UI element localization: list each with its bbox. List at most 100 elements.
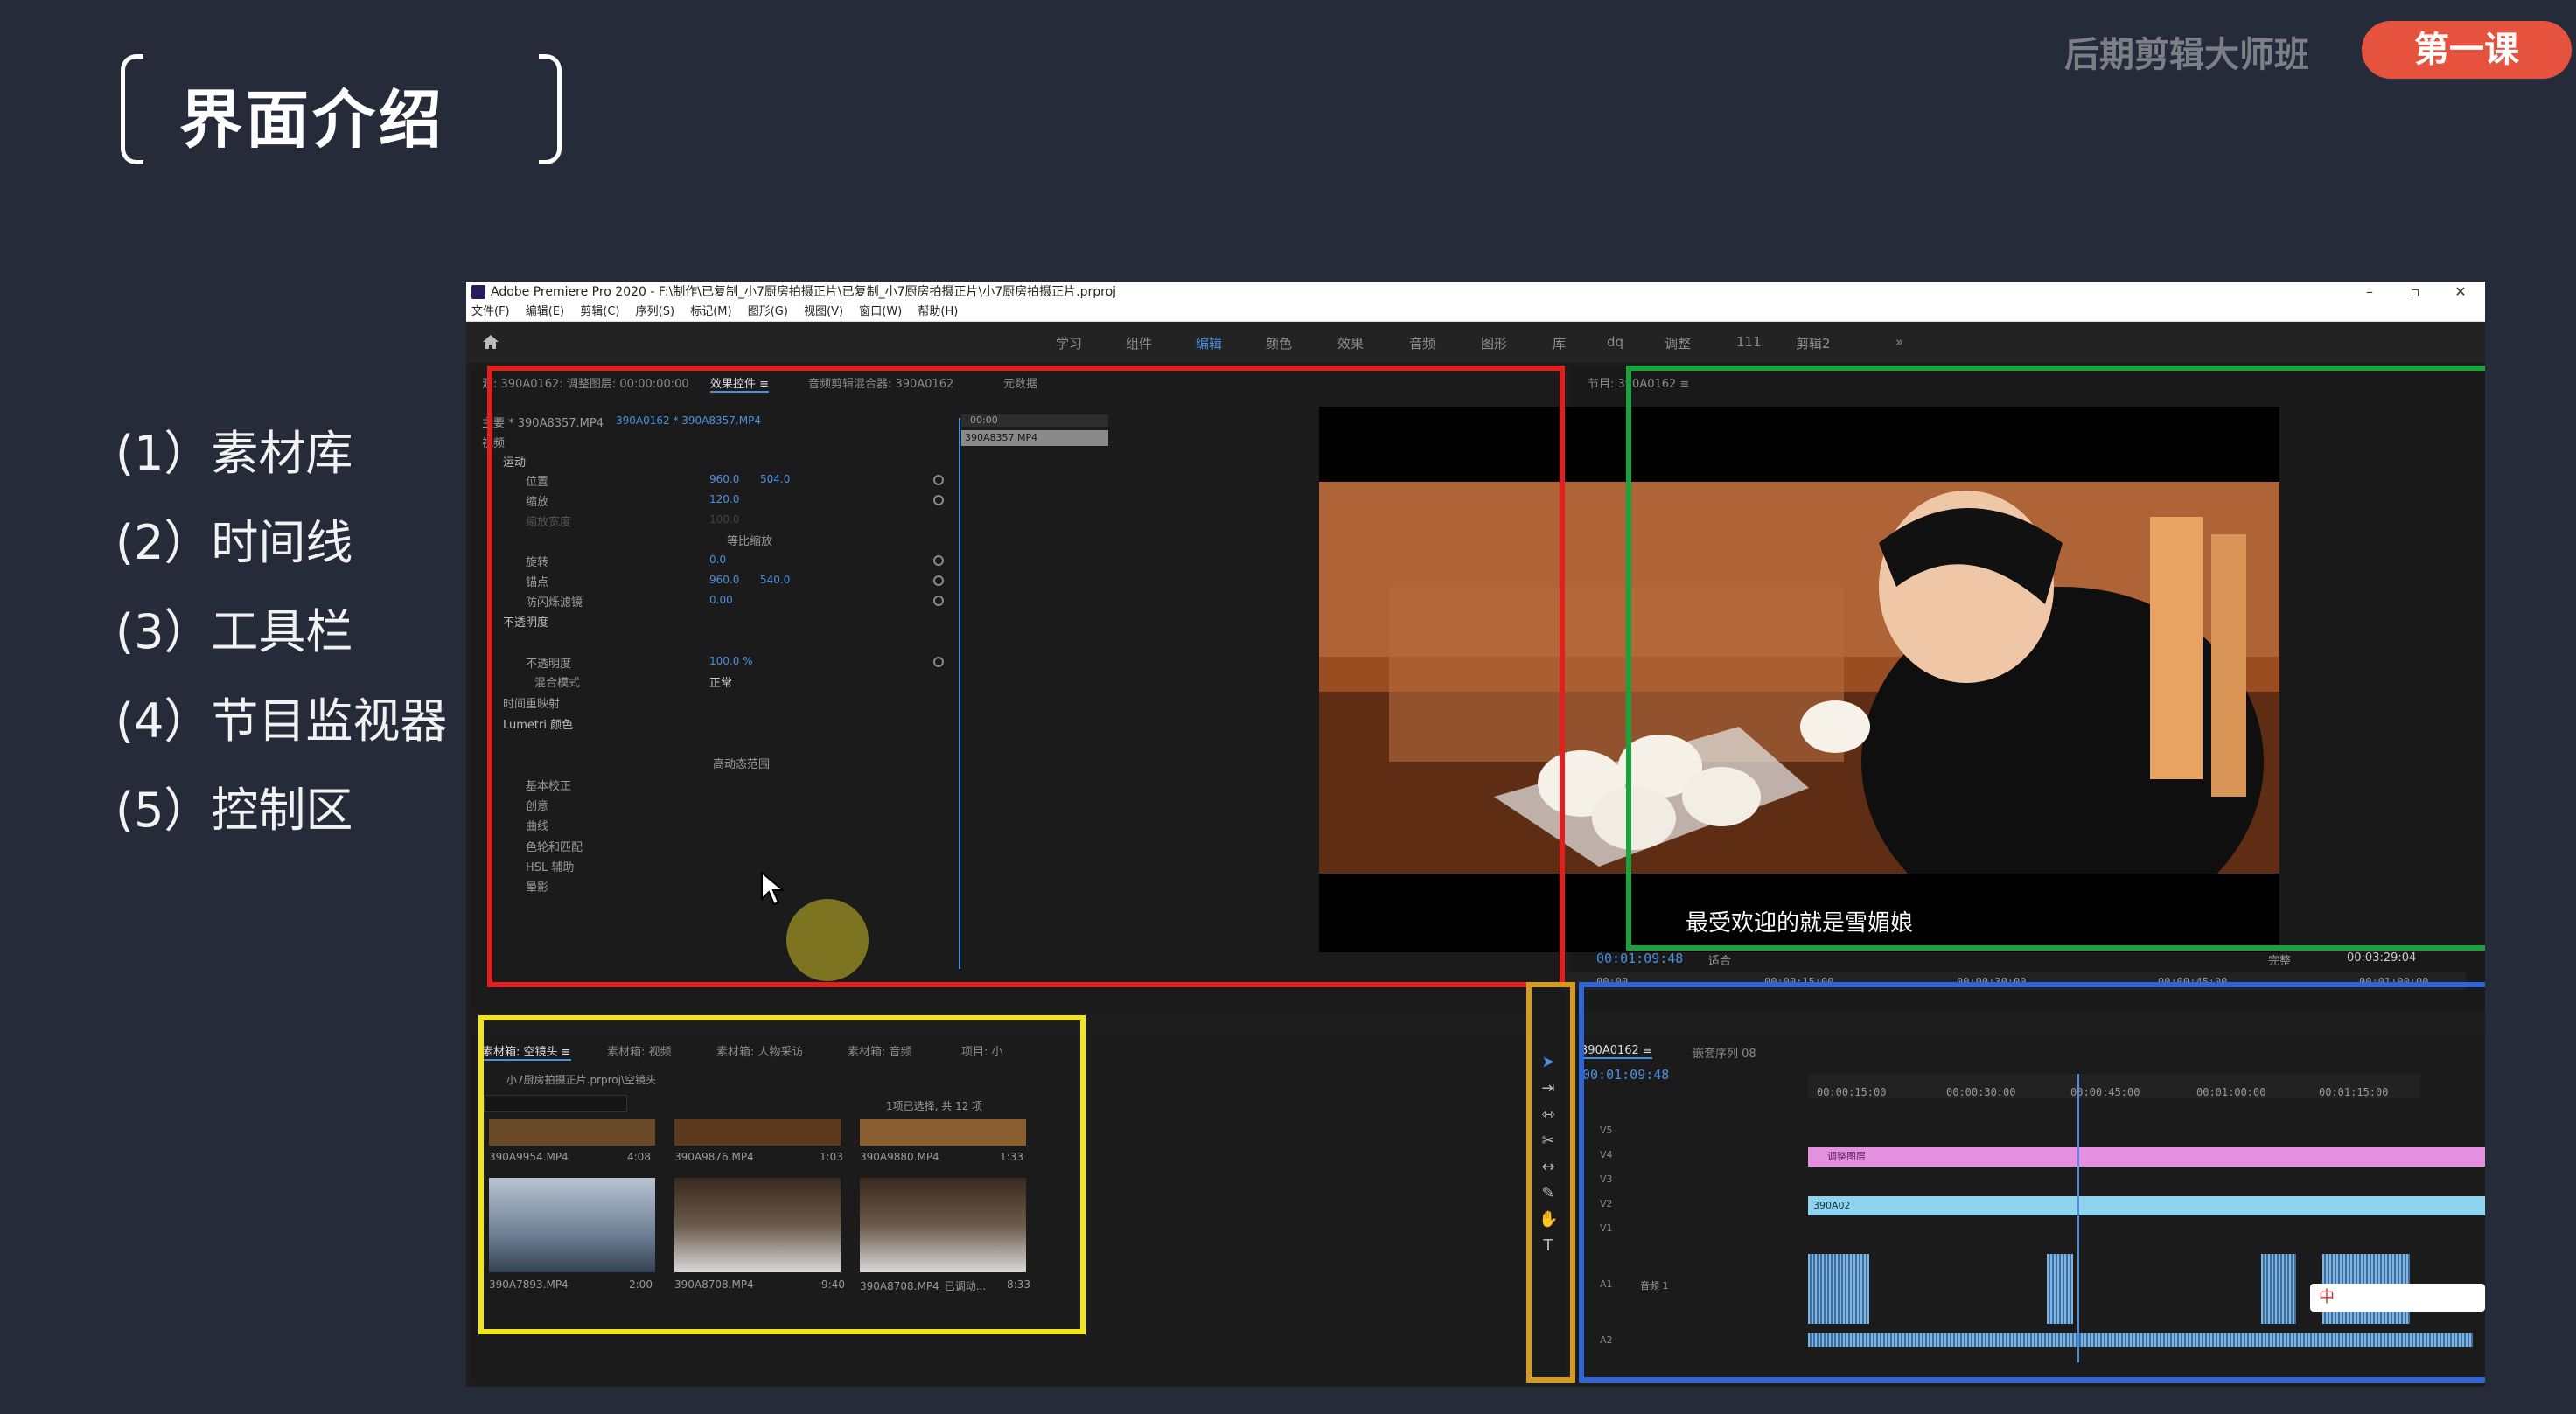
workspace-tab[interactable]: 111 <box>1736 334 1762 350</box>
close-icon[interactable]: ✕ <box>2438 282 2483 303</box>
timeline-ruler[interactable]: 00:00:15:00 00:00:30:00 00:00:45:00 00:0… <box>1808 1074 2420 1098</box>
workspace-tab[interactable]: 音频 <box>1409 334 1435 352</box>
workspace-tab[interactable]: 剪辑2 <box>1796 334 1831 352</box>
position-y[interactable]: 504.0 <box>760 473 790 485</box>
tab-metadata[interactable]: 元数据 <box>1003 374 1037 391</box>
clip-thumbnail[interactable] <box>860 1119 1026 1146</box>
timeline-playhead[interactable] <box>2077 1074 2079 1362</box>
maximize-icon[interactable]: ▫ <box>2392 282 2438 303</box>
lumetri-item[interactable]: HSL 辅助 <box>526 858 574 874</box>
workspace-tab[interactable]: 颜色 <box>1266 334 1292 352</box>
mini-timeline-ruler[interactable]: 00:00 <box>961 414 1108 427</box>
tab-bin-audio[interactable]: 素材箱: 音频 <box>848 1042 912 1059</box>
workspace-tab[interactable]: 库 <box>1553 334 1566 352</box>
opacity-value[interactable]: 100.0 % <box>709 655 753 667</box>
selection-tool-icon[interactable]: ➤ <box>1539 1053 1558 1072</box>
blend-mode-select[interactable]: 正常 <box>709 673 732 690</box>
pen-tool-icon[interactable]: ✎ <box>1539 1184 1558 1203</box>
ripple-edit-tool-icon[interactable]: ⇿ <box>1539 1105 1558 1125</box>
clip-thumbnail[interactable] <box>674 1178 841 1272</box>
menu-view[interactable]: 视图(V) <box>804 305 843 318</box>
tab-bin-interview[interactable]: 素材箱: 人物采访 <box>716 1042 804 1059</box>
clip-thumbnail[interactable] <box>860 1178 1026 1272</box>
razor-tool-icon[interactable]: ✂ <box>1539 1132 1558 1151</box>
menu-sequence[interactable]: 序列(S) <box>636 305 674 318</box>
minimize-icon[interactable]: – <box>2347 282 2392 303</box>
scale-value[interactable]: 120.0 <box>709 493 739 505</box>
track-a2[interactable]: A2 <box>1600 1334 1613 1346</box>
lumetri-item[interactable]: 曲线 <box>526 817 548 833</box>
menu-window[interactable]: 窗口(W) <box>859 305 902 318</box>
mini-playhead[interactable] <box>959 418 960 969</box>
mini-timeline-clip[interactable]: 390A8357.MP4 <box>961 430 1108 446</box>
reset-icon[interactable] <box>933 495 944 505</box>
workspace-tab[interactable]: dq <box>1607 334 1623 350</box>
source-label[interactable]: 主要 * 390A8357.MP4 <box>482 414 604 430</box>
workspace-tab[interactable]: 效果 <box>1337 334 1364 352</box>
anti-flicker-value[interactable]: 0.00 <box>709 594 733 606</box>
type-tool-icon[interactable]: T <box>1539 1236 1558 1256</box>
home-icon[interactable] <box>482 334 499 350</box>
lumetri-item[interactable]: 晕影 <box>526 878 548 895</box>
bin-search-input[interactable] <box>484 1095 627 1112</box>
track-v1[interactable]: V1 <box>1600 1222 1613 1234</box>
quality-select[interactable]: 完整 <box>2268 951 2291 968</box>
tab-bin-broll[interactable]: 素材箱: 空镜头 ≡ <box>482 1042 571 1061</box>
tab-sequence[interactable]: 390A0162 ≡ <box>1581 1044 1652 1059</box>
workspace-tab[interactable]: 调整 <box>1665 334 1691 352</box>
rotation-value[interactable]: 0.0 <box>709 554 726 566</box>
hdr-checkbox[interactable]: 高动态范围 <box>713 755 770 771</box>
lumetri-item[interactable]: 色轮和匹配 <box>526 838 583 854</box>
reset-icon[interactable] <box>933 475 944 485</box>
menu-clip[interactable]: 剪辑(C) <box>580 305 619 318</box>
clip-thumbnail[interactable] <box>489 1178 655 1272</box>
adjustment-layer-clip[interactable]: 调整图层 <box>1808 1147 2485 1167</box>
workspace-tab[interactable]: 组件 <box>1126 334 1152 352</box>
menu-file[interactable]: 文件(F) <box>471 305 510 318</box>
audio-clip[interactable] <box>2261 1254 2296 1324</box>
menu-graphics[interactable]: 图形(G) <box>748 305 788 318</box>
timeline-current-time[interactable]: 00:01:09:48 <box>1582 1067 1669 1083</box>
tab-source[interactable]: 源: 390A0162: 调整图层: 00:00:00:00 <box>482 374 689 391</box>
program-monitor-frame[interactable]: 最受欢迎的就是雪媚娘 <box>1319 407 2279 952</box>
tab-audio-mixer[interactable]: 音频剪辑混合器: 390A0162 <box>808 374 953 391</box>
reset-icon[interactable] <box>933 555 944 566</box>
fx-time-remap[interactable]: 时间重映射 <box>503 694 560 711</box>
audio-clip[interactable] <box>2047 1254 2073 1324</box>
audio-clip[interactable] <box>1808 1333 2473 1347</box>
uniform-scale-checkbox[interactable]: 等比缩放 <box>727 532 772 548</box>
workspace-tab-active[interactable]: 编辑 <box>1196 334 1222 352</box>
anchor-y[interactable]: 540.0 <box>760 574 790 586</box>
reset-icon[interactable] <box>933 657 944 667</box>
track-select-tool-icon[interactable]: ⇥ <box>1539 1079 1558 1098</box>
menu-help[interactable]: 帮助(H) <box>918 305 958 318</box>
program-ruler[interactable]: 00:00 00:00:15:00 00:00:30:00 00:00:45:0… <box>1563 972 2466 990</box>
track-v2[interactable]: V2 <box>1600 1198 1613 1209</box>
clip-thumbnail[interactable] <box>489 1119 655 1146</box>
lumetri-item[interactable]: 创意 <box>526 797 548 813</box>
tab-program[interactable]: 节目: 390A0162 ≡ <box>1588 374 1689 391</box>
ime-toolbar[interactable]: 中 <box>2310 1284 2485 1312</box>
clip-thumbnail[interactable] <box>674 1119 841 1146</box>
tab-project[interactable]: 项目: 小 <box>961 1042 1003 1059</box>
program-video-frame[interactable] <box>1319 482 2279 874</box>
hand-tool-icon[interactable]: ✋ <box>1539 1210 1558 1229</box>
tab-nested-sequence[interactable]: 嵌套序列 08 <box>1693 1044 1756 1061</box>
reset-icon[interactable] <box>933 575 944 586</box>
tab-bin-video[interactable]: 素材箱: 视频 <box>607 1042 672 1059</box>
fx-motion[interactable]: 运动 <box>503 453 526 470</box>
main-video-clip[interactable]: 390A02 <box>1808 1196 2485 1215</box>
fx-opacity[interactable]: 不透明度 <box>503 613 548 630</box>
workspace-overflow[interactable]: » <box>1895 334 1903 350</box>
audio-clip[interactable] <box>1808 1254 1869 1324</box>
tab-effect-controls[interactable]: 效果控件 ≡ <box>710 374 770 393</box>
track-v5[interactable]: V5 <box>1600 1125 1613 1136</box>
track-a1[interactable]: A1 <box>1600 1278 1613 1290</box>
slip-tool-icon[interactable]: ↔ <box>1539 1158 1558 1177</box>
lumetri-item[interactable]: 基本校正 <box>526 777 571 793</box>
fx-lumetri[interactable]: Lumetri 颜色 <box>503 715 573 732</box>
workspace-tab[interactable]: 学习 <box>1056 334 1082 352</box>
reset-icon[interactable] <box>933 596 944 606</box>
anchor-x[interactable]: 960.0 <box>709 574 739 586</box>
fit-select[interactable]: 适合 <box>1708 951 1731 968</box>
